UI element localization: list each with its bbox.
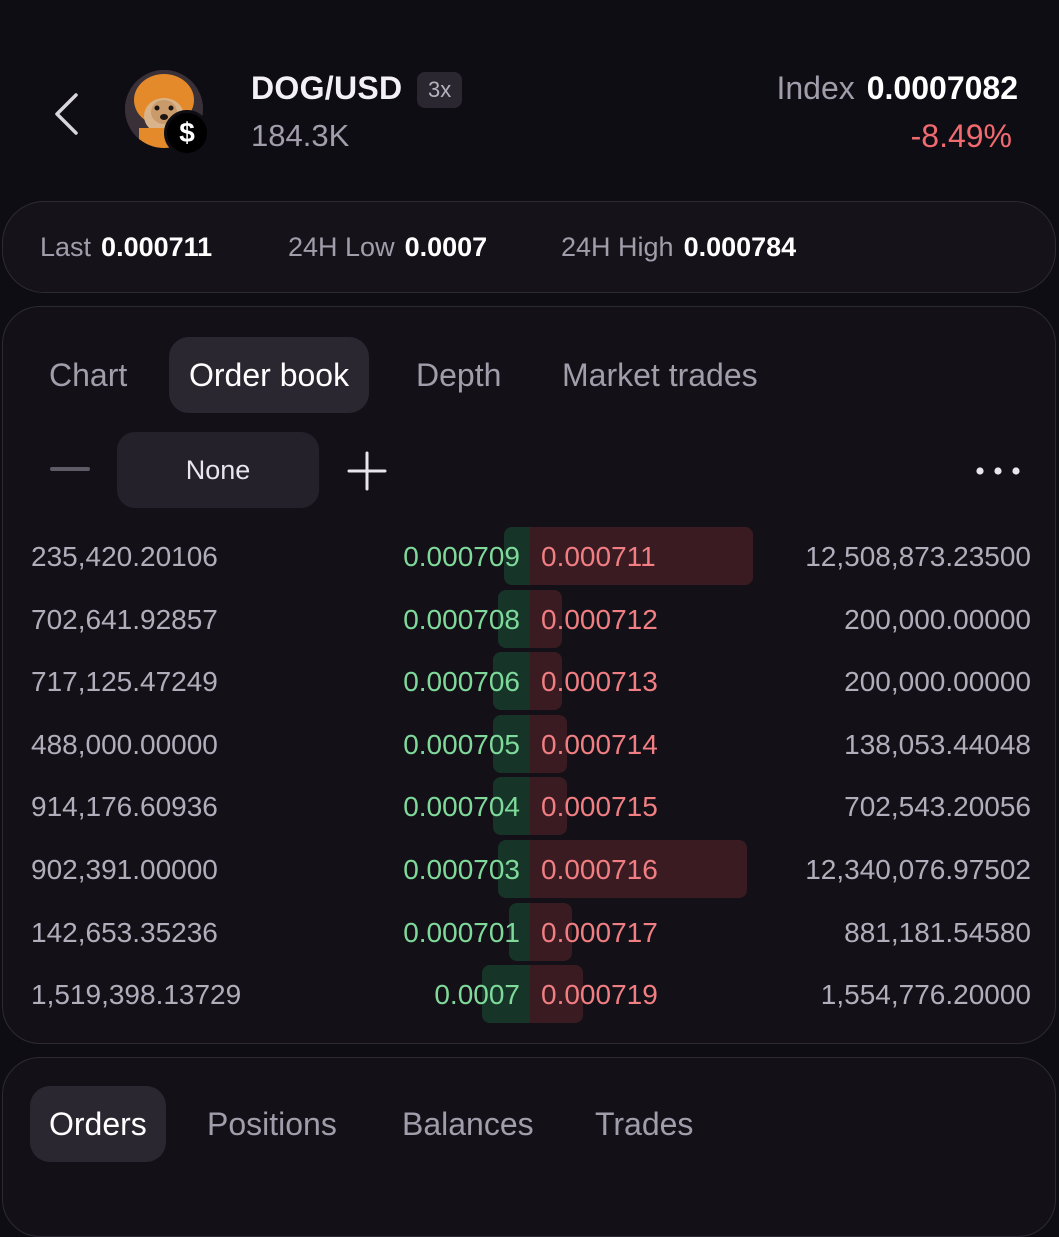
account-panel: Orders Positions Balances Trades (2, 1057, 1056, 1237)
tab-depth[interactable]: Depth (416, 337, 501, 413)
market-stats-bar: Last 0.000711 24H Low 0.0007 24H High 0.000… (2, 201, 1056, 293)
tab-trades[interactable]: Trades (595, 1086, 693, 1162)
bid-amount: 235,420.20106 (31, 541, 218, 572)
low-label: 24H Low (288, 232, 395, 262)
tab-orders[interactable]: Orders (30, 1086, 166, 1162)
tab-market-trades[interactable]: Market trades (562, 337, 758, 413)
order-book-row[interactable]: 488,000.00000 0.000705 0.000714 138,053.440… (3, 714, 1057, 777)
high-value: 0.000784 (683, 232, 797, 262)
bid-amount: 902,391.00000 (31, 854, 218, 885)
header: $ DOG/USD 3x 184.3K Index 0.0007082 -8.49… (0, 0, 1059, 200)
ask-price: 0.000711 (541, 541, 656, 572)
low-24h-stat: 24H Low 0.0007 (288, 232, 487, 263)
index-label: Index (776, 70, 855, 106)
bid-amount: 488,000.00000 (31, 728, 218, 760)
tab-balances[interactable]: Balances (402, 1086, 534, 1162)
high-24h-stat: 24H High 0.000784 (561, 232, 796, 263)
precision-selector[interactable]: None (117, 432, 319, 508)
increase-precision-icon[interactable] (347, 451, 387, 491)
last-price-stat: Last 0.000711 (40, 232, 212, 263)
ask-amount: 1,554,776.20000 (820, 979, 1031, 1011)
bid-amount: 702,641.92857 (31, 603, 218, 635)
order-book-row[interactable]: 702,641.92857 0.000708 0.000712 200,000.000… (3, 589, 1057, 652)
price-change: -8.49% (910, 118, 1012, 154)
last-label: Last (40, 232, 92, 262)
ask-amount: 881,181.54580 (844, 916, 1031, 948)
ask-price: 0.000717 (541, 916, 658, 948)
decrease-precision-icon[interactable] (50, 467, 90, 471)
bid-price: 0.000704 (403, 791, 520, 823)
bid-amount: 142,653.35236 (31, 916, 218, 948)
order-book-row[interactable]: 717,125.47249 0.000706 0.000713 200,000.000… (3, 652, 1057, 714)
ask-amount: 200,000.00000 (844, 603, 1031, 635)
bid-amount: 717,125.47249 (31, 666, 218, 698)
ask-price: 0.000714 (541, 728, 658, 760)
ask-amount: 138,053.44048 (844, 728, 1031, 760)
bid-price: 0.000703 (403, 854, 520, 885)
ask-price: 0.000719 (541, 979, 658, 1011)
low-value: 0.0007 (404, 232, 488, 262)
ask-amount: 12,508,873.23500 (805, 541, 1031, 572)
bid-price: 0.000705 (403, 728, 520, 760)
high-label: 24H High (561, 232, 674, 262)
ask-amount: 200,000.00000 (844, 666, 1031, 698)
order-book-row[interactable]: 235,420.20106 0.000709 0.000711 12,508,873.… (3, 527, 1057, 589)
ask-price: 0.000715 (541, 791, 658, 823)
order-book-panel: Chart Order book Depth Market trades Non… (2, 306, 1056, 1044)
last-value: 0.000711 (101, 232, 213, 262)
back-arrow-icon[interactable] (50, 92, 86, 136)
order-book-row[interactable]: 914,176.60936 0.000704 0.000715 702,543.200… (3, 777, 1057, 839)
tab-positions[interactable]: Positions (207, 1086, 337, 1162)
pair-name: DOG/USD (251, 70, 403, 106)
ask-price: 0.000716 (541, 854, 658, 885)
dollar-badge-icon: $ (164, 110, 210, 156)
bid-price: 0.000708 (403, 603, 520, 635)
ask-amount: 702,543.20056 (844, 791, 1031, 823)
bid-price: 0.000706 (403, 666, 520, 698)
order-book-row[interactable]: 902,391.00000 0.000703 0.000716 12,340,076.… (3, 840, 1057, 902)
more-options-icon[interactable] (975, 466, 1021, 476)
ask-price: 0.000712 (541, 603, 658, 635)
leverage-badge: 3x (417, 72, 463, 108)
bid-price: 0.0007 (434, 979, 520, 1011)
bid-price: 0.000709 (403, 541, 520, 572)
ask-price: 0.000713 (541, 666, 658, 698)
ask-amount: 12,340,076.97502 (805, 854, 1031, 885)
tab-chart[interactable]: Chart (49, 337, 127, 413)
tab-order-book[interactable]: Order book (169, 337, 370, 413)
volume-value: 184.3K (251, 118, 350, 153)
order-book-row[interactable]: 1,519,398.13729 0.0007 0.000719 1,554,776.2… (3, 965, 1057, 1027)
bid-price: 0.000701 (403, 916, 520, 948)
order-book-row[interactable]: 142,653.35236 0.000701 0.000717 881,181.545… (3, 902, 1057, 965)
bid-amount: 914,176.60936 (31, 791, 218, 823)
index-price: Index 0.0007082 (776, 70, 1018, 107)
bid-amount: 1,519,398.13729 (31, 979, 242, 1011)
index-value: 0.0007082 (866, 70, 1018, 106)
